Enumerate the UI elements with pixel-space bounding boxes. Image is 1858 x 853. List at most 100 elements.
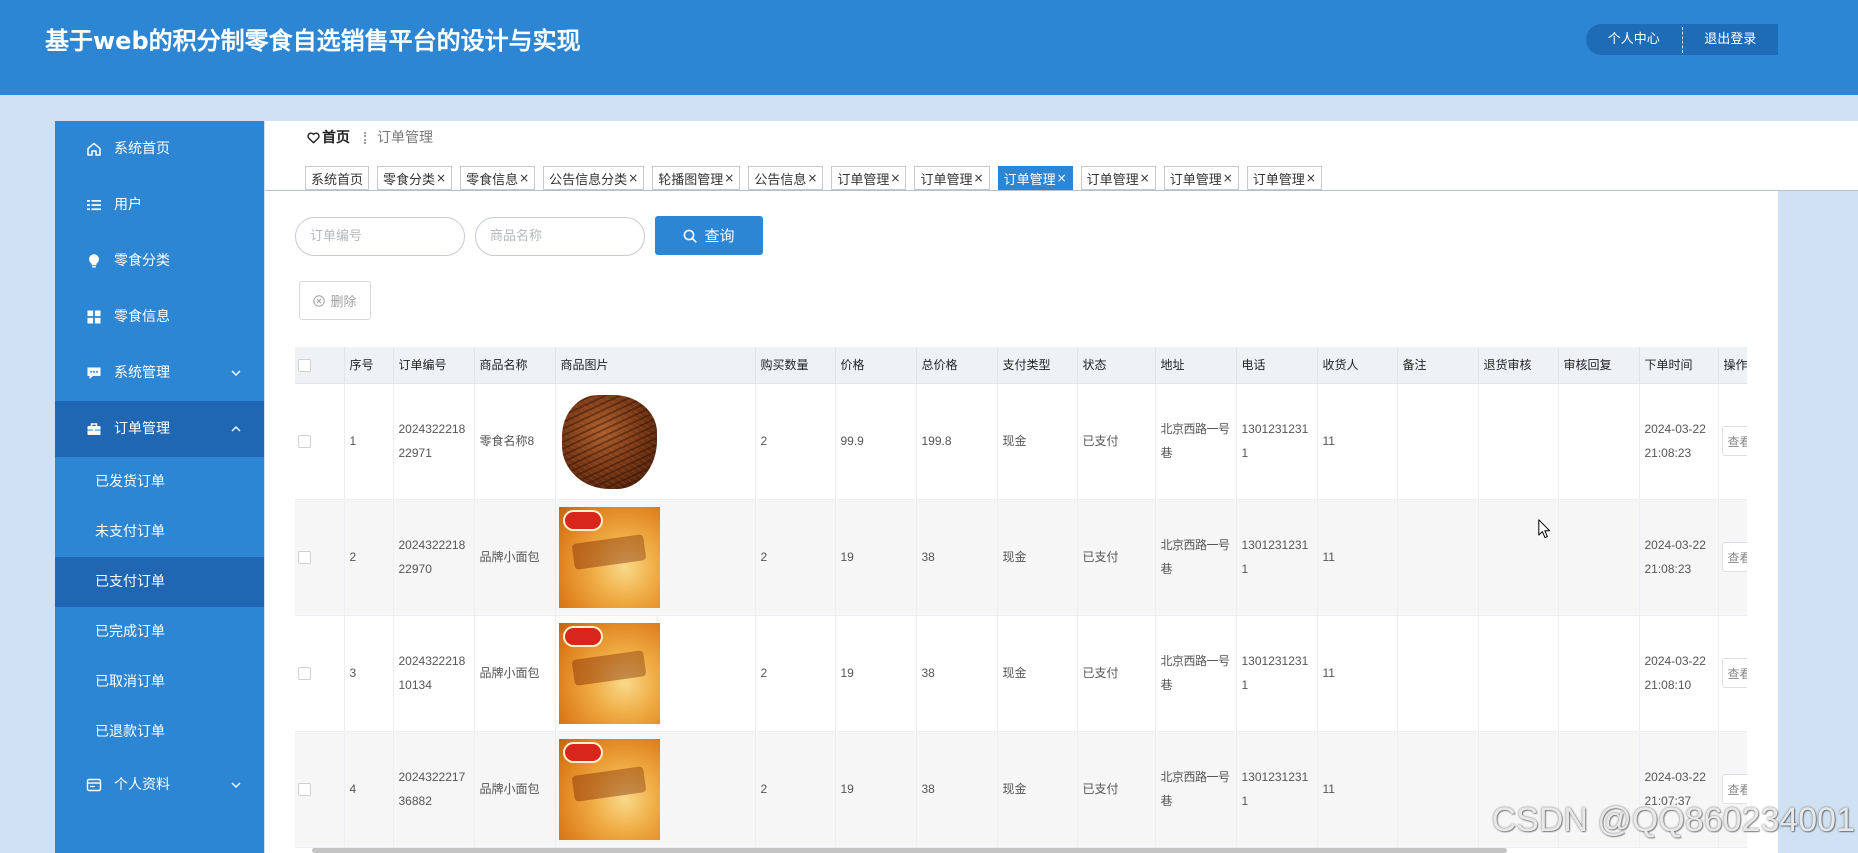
close-icon[interactable] [1306, 172, 1316, 184]
product-name-input[interactable] [475, 217, 645, 256]
cell-payment-type: 现金 [997, 615, 1078, 732]
close-icon[interactable] [890, 172, 900, 184]
cell-remark [1397, 383, 1479, 500]
tab-list: 系统首页 零食分类 零食信息 公告信息分类 轮播图管理 公告信息 订单管理 订单管理 订单管理 订… [305, 166, 1330, 190]
select-all-checkbox[interactable] [298, 358, 311, 372]
horizontal-scrollbar[interactable] [312, 848, 1507, 853]
view-button[interactable]: 查看 [1721, 658, 1747, 688]
product-image [558, 390, 660, 492]
tab-item[interactable]: 系统首页 [305, 166, 370, 190]
sidebar-item-snack-info[interactable]: 零食信息 [55, 289, 264, 345]
breadcrumb-home[interactable]: 首页 [322, 121, 350, 155]
tab-item[interactable]: 零食分类 [377, 166, 453, 190]
cell-order-no: 202432221736882 [393, 731, 475, 848]
sidebar-item-users[interactable]: 用户 [55, 177, 264, 233]
row-checkbox[interactable] [298, 667, 311, 681]
sidebar-item-profile[interactable]: 个人资料 [55, 757, 264, 813]
column-header: 退货审核 [1478, 347, 1559, 384]
breadcrumb-current: 订单管理 [377, 130, 433, 146]
logout-button[interactable]: 退出登录 [1683, 24, 1779, 55]
cell-image [555, 731, 756, 848]
cell-quantity: 2 [755, 499, 836, 616]
cell-index: 2 [344, 499, 394, 616]
cell-index: 1 [344, 383, 394, 500]
sidebar-item-system-management[interactable]: 系统管理 [55, 345, 264, 401]
sidebar-item-snack-category[interactable]: 零食分类 [55, 233, 264, 289]
tab-item[interactable]: 公告信息 [748, 166, 824, 190]
query-button[interactable]: 查询 [655, 216, 763, 255]
cell-product-name: 品牌小面包 [474, 731, 556, 848]
cell-phone: 13012312311 [1236, 615, 1318, 732]
watermark: CSDN @QQ860234001 [1491, 801, 1855, 839]
orders-table-container[interactable]: 序号 订单编号 商品名称 商品图片 购买数量 价格 总价格 支付类型 状态 地址 电话 收货人 备注 退货… [295, 347, 1747, 853]
circle-close-icon [313, 294, 326, 307]
tab-item[interactable]: 订单管理 [914, 166, 990, 190]
sidebar-item-order-management[interactable]: 订单管理 [55, 401, 264, 457]
close-icon[interactable] [519, 172, 529, 184]
cell-receiver: 11 [1317, 731, 1398, 848]
sidebar-subitem[interactable]: 已取消订单 [55, 657, 264, 707]
close-icon[interactable] [436, 172, 446, 184]
row-checkbox[interactable] [298, 783, 311, 797]
column-header: 操作 [1718, 347, 1747, 384]
tab-item[interactable]: 订单管理 [831, 166, 907, 190]
cell-total: 38 [916, 615, 998, 732]
tab-label: 轮播图管理 [658, 172, 724, 188]
tab-item[interactable]: 订单管理 [997, 166, 1073, 190]
close-icon[interactable] [1057, 172, 1067, 184]
cell-product-name: 品牌小面包 [474, 615, 556, 732]
row-select-cell [295, 499, 345, 616]
column-header: 商品名称 [474, 347, 556, 384]
table-row[interactable]: 2 202432221822970 品牌小面包 2 19 38 现金 已支付 北京西路一号巷 13… [295, 499, 1747, 616]
column-header: 购买数量 [755, 347, 836, 384]
row-select-cell [295, 383, 345, 500]
tab-label: 订单管理 [1086, 172, 1139, 188]
tab-item[interactable]: 轮播图管理 [652, 166, 741, 190]
tab-label: 订单管理 [1252, 172, 1305, 188]
tab-item[interactable]: 零食信息 [460, 166, 536, 190]
profile-center-button[interactable]: 个人中心 [1586, 24, 1682, 55]
column-header: 地址 [1155, 347, 1237, 384]
row-checkbox[interactable] [298, 435, 311, 449]
cell-remark [1397, 615, 1479, 732]
sidebar-subitem[interactable]: 已完成订单 [55, 607, 264, 657]
row-select-cell [295, 731, 345, 848]
sidebar-item-label: 订单管理 [114, 421, 170, 437]
sidebar-subitem[interactable]: 已支付订单 [55, 557, 264, 607]
row-checkbox[interactable] [298, 551, 311, 565]
briefcase-icon [86, 421, 102, 437]
view-button[interactable]: 查看 [1721, 426, 1747, 456]
chat-icon [86, 365, 102, 381]
cell-index: 4 [344, 731, 394, 848]
mouse-cursor-icon [1538, 519, 1551, 539]
tab-item[interactable]: 公告信息分类 [543, 166, 645, 190]
table-header: 序号 订单编号 商品名称 商品图片 购买数量 价格 总价格 支付类型 状态 地址 电话 收货人 备注 退货… [295, 347, 1747, 384]
cell-quantity: 2 [755, 731, 836, 848]
cell-address: 北京西路一号巷 [1155, 383, 1237, 500]
close-icon[interactable] [974, 172, 984, 184]
delete-button-label: 删除 [330, 295, 357, 310]
sidebar-item-dashboard[interactable]: 系统首页 [55, 121, 264, 177]
close-icon[interactable] [628, 172, 638, 184]
table-row[interactable]: 1 202432221822971 零食名称8 2 99.9 199.8 现金 已支付 北京西路… [295, 383, 1747, 500]
close-icon[interactable] [1140, 172, 1150, 184]
grid-icon [86, 309, 102, 325]
view-button[interactable]: 查看 [1721, 542, 1747, 572]
column-header: 订单编号 [393, 347, 475, 384]
sidebar-subitem[interactable]: 已退款订单 [55, 707, 264, 757]
close-icon[interactable] [1223, 172, 1233, 184]
sidebar-item-label: 系统管理 [114, 365, 170, 381]
tab-item[interactable]: 订单管理 [1080, 166, 1156, 190]
order-no-input[interactable] [295, 217, 465, 256]
table-row[interactable]: 3 202432221810134 品牌小面包 2 19 38 现金 已支付 北京西路一号巷 13… [295, 615, 1747, 732]
close-icon[interactable] [807, 172, 817, 184]
close-icon[interactable] [724, 172, 734, 184]
tab-item[interactable]: 订单管理 [1163, 166, 1239, 190]
sidebar-subitem[interactable]: 已发货订单 [55, 457, 264, 507]
sidebar-subitem[interactable]: 未支付订单 [55, 507, 264, 557]
cell-receiver: 11 [1317, 383, 1398, 500]
delete-button[interactable]: 删除 [299, 281, 371, 320]
table-header-row: 序号 订单编号 商品名称 商品图片 购买数量 价格 总价格 支付类型 状态 地址 电话 收货人 备注 退货… [295, 347, 1747, 384]
column-header: 价格 [835, 347, 917, 384]
tab-item[interactable]: 订单管理 [1246, 166, 1322, 190]
